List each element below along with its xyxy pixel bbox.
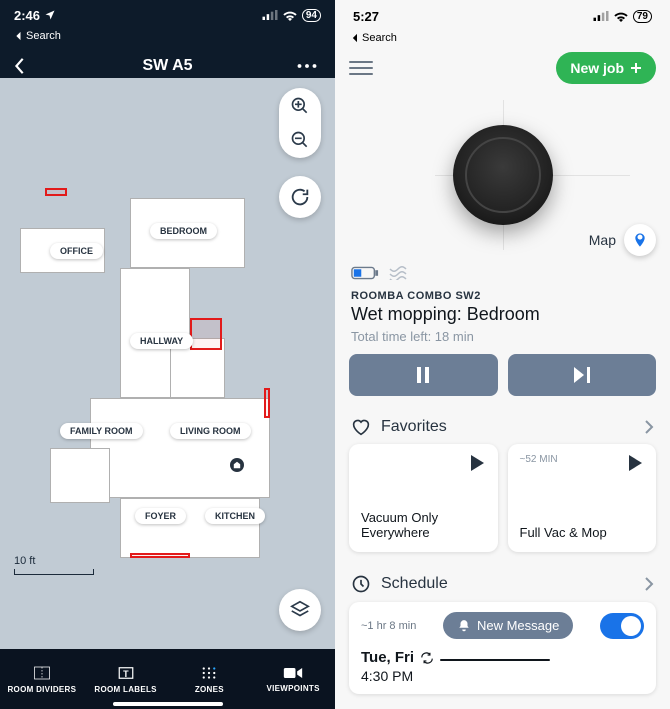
dividers-icon	[32, 664, 52, 682]
header-back-button[interactable]	[14, 57, 38, 75]
map-pin-icon	[624, 224, 656, 256]
room-label-bedroom[interactable]: BEDROOM	[150, 223, 217, 239]
menu-button[interactable]	[349, 58, 373, 78]
robot-preview: Map	[335, 90, 670, 260]
rotate-icon	[289, 186, 311, 208]
rotate-button[interactable]	[279, 176, 321, 218]
new-job-button[interactable]: New job	[556, 52, 656, 84]
status-bar: 5:27 79	[335, 0, 670, 32]
room-label-family-room[interactable]: FAMILY ROOM	[60, 423, 143, 439]
zoom-in-button[interactable]	[288, 94, 312, 118]
pause-icon	[415, 367, 431, 383]
favorites-header[interactable]: Favorites	[335, 410, 670, 444]
plus-icon	[630, 62, 642, 74]
favorite-card[interactable]: Vacuum Only Everywhere	[349, 444, 498, 552]
job-controls	[335, 354, 670, 410]
zoom-out-button[interactable]	[288, 128, 312, 152]
tab-zones[interactable]: ZONES	[168, 649, 252, 709]
favorite-time: ~52 MIN	[520, 454, 558, 465]
schedule-card[interactable]: ~1 hr 8 min New Message Tue, Fri 4:30 PM	[349, 602, 656, 694]
location-arrow-icon	[44, 9, 56, 21]
back-to-search[interactable]: Search	[0, 30, 335, 46]
heart-icon	[351, 418, 371, 436]
zoom-control	[279, 88, 321, 158]
bottom-tabs: ROOM DIVIDERS T ROOM LABELS ZONES VIEWPO…	[0, 649, 335, 709]
tab-viewpoints[interactable]: VIEWPOINTS	[251, 649, 335, 709]
viewpoints-icon	[283, 665, 303, 681]
room-label-office[interactable]: OFFICE	[50, 243, 103, 259]
favorites-label: Favorites	[381, 418, 634, 436]
map-title: SW A5	[38, 57, 297, 75]
robot-name: ROOMBA COMBO SW2	[335, 286, 670, 302]
water-icon	[389, 266, 409, 280]
schedule-header[interactable]: Schedule	[335, 566, 670, 602]
favorites-row: Vacuum Only Everywhere ~52 MIN Full Vac …	[335, 444, 670, 566]
room-label-kitchen[interactable]: KITCHEN	[205, 508, 265, 524]
back-to-search[interactable]: Search	[335, 32, 670, 46]
chevron-right-icon	[644, 577, 654, 591]
robot-status-icons	[335, 260, 670, 286]
tab-room-dividers[interactable]: ROOM DIVIDERS	[0, 649, 84, 709]
zoom-in-icon	[290, 96, 310, 116]
room-label-living-room[interactable]: LIVING ROOM	[170, 423, 251, 439]
time-left: Total time left: 18 min	[335, 327, 670, 354]
zoom-out-icon	[290, 130, 310, 150]
svg-text:T: T	[123, 669, 129, 679]
schedule-label: Schedule	[381, 575, 634, 593]
cellular-icon	[593, 11, 609, 21]
top-bar: New job	[335, 46, 670, 90]
schedule-time: 4:30 PM	[361, 668, 644, 684]
new-message-button[interactable]: New Message	[443, 612, 573, 639]
chevron-right-icon	[644, 420, 654, 434]
status-bar: 2:46 94	[0, 0, 335, 30]
favorite-title: Vacuum Only Everywhere	[361, 510, 486, 540]
back-label: Search	[26, 30, 61, 42]
chevron-left-icon	[14, 31, 22, 41]
home-base-icon	[230, 458, 244, 472]
pause-button[interactable]	[349, 354, 498, 396]
task-title: Wet mopping: Bedroom	[335, 302, 670, 327]
cellular-icon	[262, 10, 278, 20]
chevron-left-icon	[351, 33, 358, 43]
right-phone: 5:27 79 Search New job Map ROOMBA COMBO …	[335, 0, 670, 709]
schedule-estimate: ~1 hr 8 min	[361, 620, 416, 632]
home-indicator	[113, 702, 223, 706]
room-label-hallway[interactable]: HALLWAY	[130, 333, 193, 349]
ellipsis-icon	[297, 63, 317, 69]
wifi-icon	[282, 9, 298, 21]
clock-icon	[351, 574, 371, 594]
skip-button[interactable]	[508, 354, 657, 396]
zones-icon	[199, 664, 219, 682]
skip-icon	[573, 367, 591, 383]
play-icon[interactable]	[468, 454, 486, 472]
bell-icon	[457, 619, 471, 633]
wifi-icon	[613, 10, 629, 22]
battery-pill: 94	[302, 9, 321, 22]
schedule-when: Tue, Fri	[361, 649, 414, 666]
favorite-title: Full Vac & Mop	[520, 525, 645, 540]
status-time: 5:27	[353, 9, 379, 24]
map-link[interactable]: Map	[589, 224, 656, 256]
left-phone: 2:46 94 Search SW A5	[0, 0, 335, 709]
status-time: 2:46	[14, 8, 40, 23]
schedule-toggle[interactable]	[600, 613, 644, 639]
layers-button[interactable]	[279, 589, 321, 631]
repeat-icon	[420, 651, 434, 665]
room-label-foyer[interactable]: FOYER	[135, 508, 186, 524]
map-canvas[interactable]: OFFICE BEDROOM HALLWAY FAMILY ROOM LIVIN…	[0, 78, 335, 649]
play-icon[interactable]	[626, 454, 644, 472]
layers-icon	[289, 599, 311, 621]
tab-room-labels[interactable]: T ROOM LABELS	[84, 649, 168, 709]
battery-icon	[351, 266, 379, 280]
scale-label: 10 ft	[14, 555, 35, 567]
favorite-card[interactable]: ~52 MIN Full Vac & Mop	[508, 444, 657, 552]
labels-icon: T	[116, 664, 136, 682]
header-more-button[interactable]	[297, 63, 321, 69]
chevron-left-icon	[14, 57, 26, 75]
floorplan: OFFICE BEDROOM HALLWAY FAMILY ROOM LIVIN…	[20, 188, 285, 529]
battery-pill: 79	[633, 10, 652, 23]
map-scale: 10 ft	[14, 555, 94, 575]
robot-image	[453, 125, 553, 225]
